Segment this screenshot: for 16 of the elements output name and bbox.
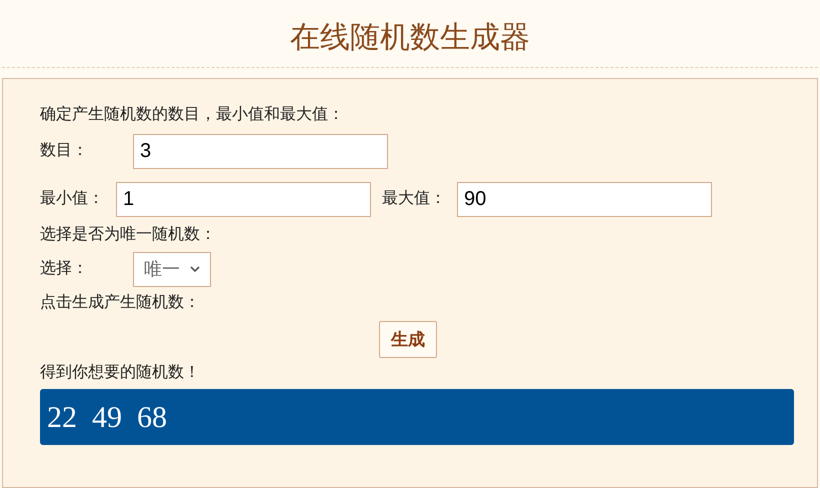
result-display: 22 49 68	[40, 389, 794, 445]
generate-prompt: 点击生成产生随机数：	[40, 292, 200, 313]
chevron-icon	[190, 266, 200, 272]
intro-text: 确定产生随机数的数目，最小值和最大值：	[40, 104, 344, 125]
result-label: 得到你想要的随机数！	[40, 362, 200, 383]
unique-prompt: 选择是否为唯一随机数：	[40, 224, 216, 245]
max-field[interactable]: 90	[457, 182, 712, 216]
min-label: 最小值：	[40, 188, 105, 209]
count-field[interactable]: 3	[133, 134, 388, 168]
count-label: 数目：	[40, 141, 89, 161]
generate-button[interactable]: 生成	[379, 321, 437, 358]
choice-label: 选择：	[40, 258, 89, 279]
page-title: 在线随机数生成器	[290, 20, 530, 56]
max-label: 最大值：	[382, 188, 447, 209]
min-field[interactable]: 1	[116, 182, 371, 216]
choice-dropdown[interactable]: 唯一	[133, 252, 211, 286]
